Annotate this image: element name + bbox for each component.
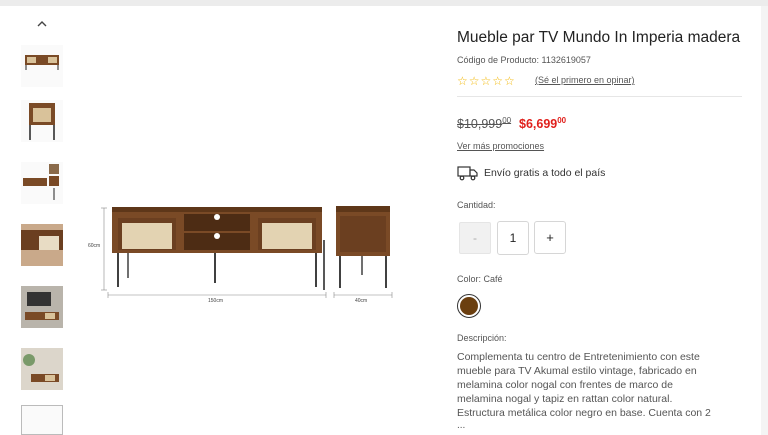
swatch-dot (460, 297, 478, 315)
thumbnail-5[interactable] (21, 286, 63, 328)
thumbnail-7[interactable] (21, 405, 63, 435)
thumbnail-1[interactable] (21, 45, 63, 87)
color-swatch-cafe[interactable] (457, 294, 481, 318)
thumbnail-6[interactable] (21, 348, 63, 390)
product-sku: Código de Producto: 1132619057 (457, 55, 591, 65)
quantity-increase-button[interactable]: + (534, 221, 566, 254)
free-shipping-notice: Envío gratis a todo el país (457, 164, 605, 182)
quantity-label: Cantidad: (457, 200, 496, 210)
rating-stars[interactable]: ☆☆☆☆☆ (457, 74, 516, 88)
scroll-gutter (761, 6, 768, 435)
sale-price: $6,69900 (519, 116, 567, 132)
description-more[interactable]: ... (457, 420, 465, 431)
thumbnail-4[interactable] (21, 224, 63, 266)
thumbnail-3[interactable] (21, 162, 63, 204)
quantity-input[interactable]: 1 (497, 221, 529, 255)
first-review-link[interactable]: (Sé el primero en opinar) (535, 75, 635, 85)
truck-icon (457, 166, 478, 181)
description-text: Complementa tu centro de Entretenimiento… (457, 351, 711, 419)
divider (457, 96, 742, 97)
top-bar (0, 0, 768, 6)
shipping-text: Envío gratis a todo el país (484, 167, 606, 179)
color-label: Color: Café (457, 274, 503, 284)
dimension-height-label: 60cm (88, 243, 100, 249)
dimension-width-label: 150cm (208, 298, 223, 304)
chevron-up-icon[interactable] (35, 17, 49, 31)
dimension-depth-label: 40cm (355, 298, 367, 304)
product-main-image: 60cm 150cm 40cm (88, 206, 393, 304)
product-title: Mueble par TV Mundo In Imperia madera (457, 29, 741, 46)
thumbnail-2[interactable] (21, 100, 63, 142)
quantity-decrease-button[interactable]: - (459, 222, 491, 254)
more-promotions-link[interactable]: Ver más promociones (457, 141, 544, 151)
old-price: $10,99900 (457, 116, 512, 132)
description-label: Descripción: (457, 333, 507, 343)
